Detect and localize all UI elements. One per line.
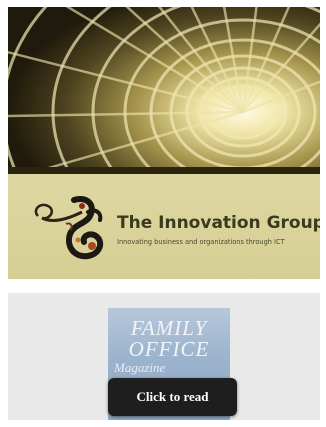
cover-title-line2: OFFICE (128, 337, 210, 361)
brand-panel: The Innovation Group Innovating business… (8, 174, 320, 279)
banner-ad[interactable]: The Innovation Group Innovating business… (8, 7, 320, 279)
click-to-read-button[interactable]: Click to read (108, 378, 237, 416)
brand-tagline: Innovating business and organizations th… (117, 238, 285, 246)
innovation-group-logo-icon (34, 196, 104, 260)
cover-script: Magazine (114, 360, 166, 375)
brand-name: The Innovation Group (117, 213, 320, 233)
tunnel-photo (8, 7, 320, 174)
divider (0, 279, 326, 291)
magazine-widget: FAMILY OFFICE Magazine Click to read (8, 293, 320, 420)
